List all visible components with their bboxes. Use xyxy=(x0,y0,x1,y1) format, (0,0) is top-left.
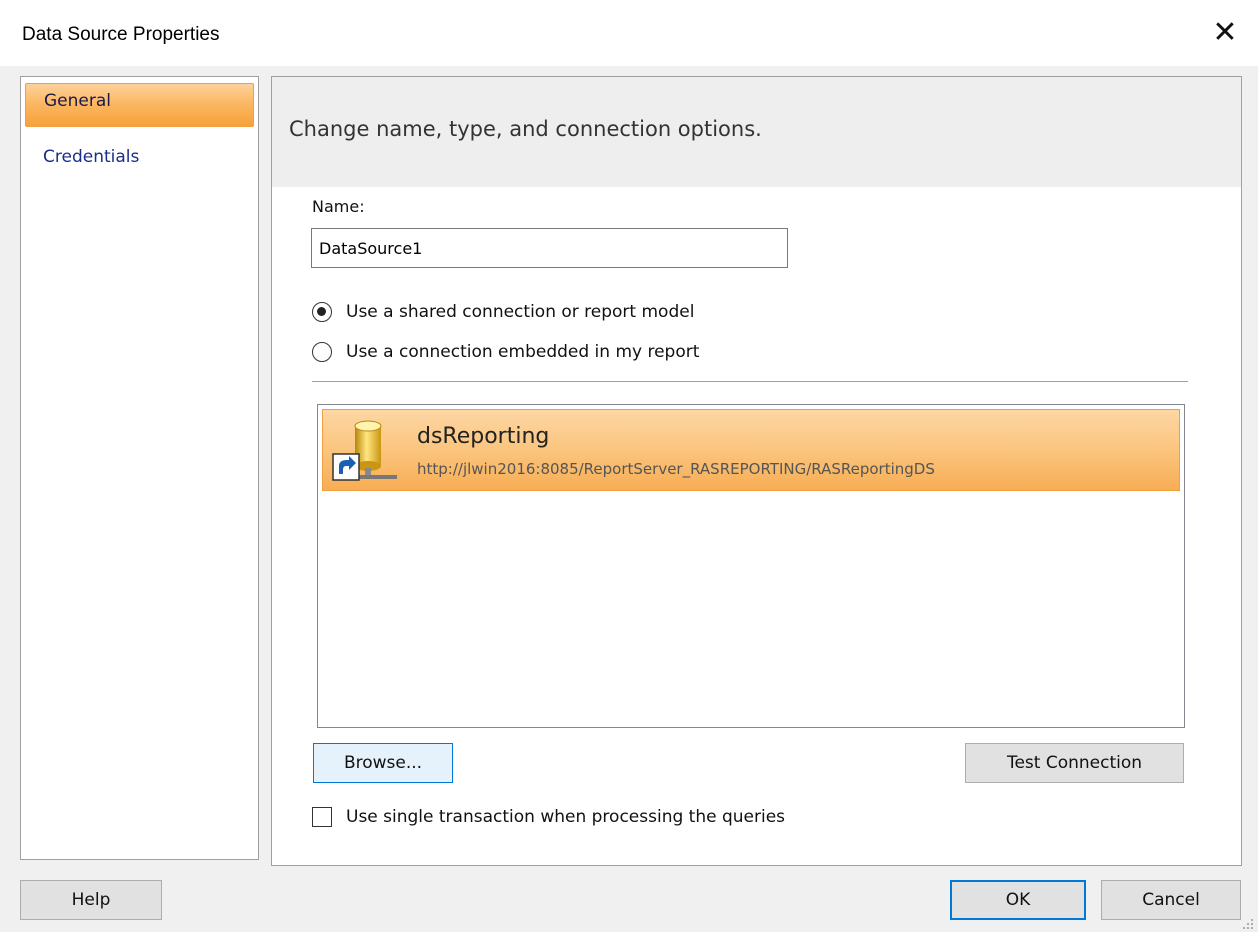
radio-button-checked[interactable] xyxy=(312,302,332,322)
database-shortcut-icon xyxy=(332,420,397,481)
nav-pane: General Credentials xyxy=(20,76,259,860)
cancel-button[interactable]: Cancel xyxy=(1101,880,1241,920)
test-connection-button[interactable]: Test Connection xyxy=(965,743,1184,783)
divider xyxy=(312,381,1188,382)
nav-item-label: Credentials xyxy=(43,147,140,167)
name-label: Name: xyxy=(312,197,365,216)
shared-source-list[interactable]: dsReporting http://jlwin2016:8085/Report… xyxy=(317,404,1185,728)
radio-button[interactable] xyxy=(312,342,332,362)
nav-item-credentials[interactable]: Credentials xyxy=(25,135,254,179)
content-header: Change name, type, and connection option… xyxy=(272,77,1241,187)
source-name: dsReporting xyxy=(417,424,550,449)
window-title: Data Source Properties xyxy=(22,24,220,45)
single-transaction-checkbox-row[interactable]: Use single transaction when processing t… xyxy=(312,804,785,830)
close-icon[interactable]: ✕ xyxy=(1208,14,1242,52)
nav-item-label: General xyxy=(44,91,111,111)
name-input[interactable] xyxy=(311,228,788,268)
help-button[interactable]: Help xyxy=(20,880,162,920)
radio-shared-connection[interactable]: Use a shared connection or report model xyxy=(312,299,694,325)
nav-item-general[interactable]: General xyxy=(25,83,254,127)
source-path: http://jlwin2016:8085/ReportServer_RASRE… xyxy=(417,460,935,478)
title-bar: Data Source Properties ✕ xyxy=(0,0,1258,66)
page-title: Change name, type, and connection option… xyxy=(289,117,762,141)
radio-embedded-connection[interactable]: Use a connection embedded in my report xyxy=(312,339,699,365)
radio-label: Use a shared connection or report model xyxy=(346,302,695,322)
content-pane: Change name, type, and connection option… xyxy=(271,76,1242,866)
single-transaction-checkbox[interactable] xyxy=(312,807,332,827)
list-item[interactable]: dsReporting http://jlwin2016:8085/Report… xyxy=(322,409,1180,491)
ok-button[interactable]: OK xyxy=(950,880,1086,920)
browse-button[interactable]: Browse... xyxy=(313,743,453,783)
checkbox-label: Use single transaction when processing t… xyxy=(346,807,786,827)
radio-label: Use a connection embedded in my report xyxy=(346,342,700,362)
resize-grip-icon[interactable] xyxy=(1240,916,1254,930)
